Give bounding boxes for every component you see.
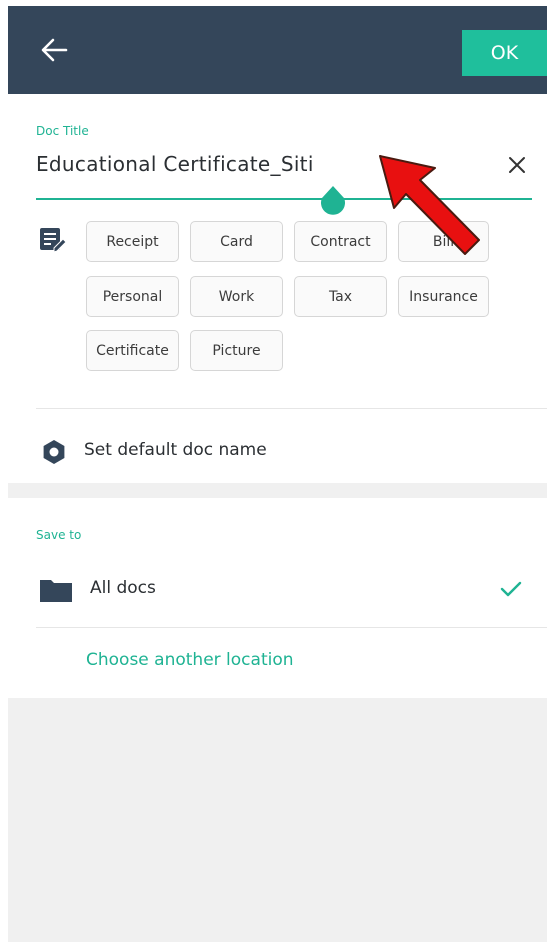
tag-chip[interactable]: Tax (294, 276, 387, 317)
tag-chip[interactable]: Contract (294, 221, 387, 262)
doc-title-label: Doc Title (36, 124, 89, 138)
screen: OK Doc Title Educational Certificate_Sit… (8, 6, 547, 942)
tag-chip[interactable]: Receipt (86, 221, 179, 262)
tag-chip[interactable]: Insurance (398, 276, 489, 317)
tag-chip[interactable]: Work (190, 276, 283, 317)
location-all-docs[interactable]: All docs (90, 578, 156, 598)
save-to-label: Save to (36, 528, 82, 542)
gear-icon[interactable] (40, 438, 68, 466)
top-app-bar: OK (8, 6, 547, 94)
divider (36, 408, 547, 409)
tag-chip[interactable]: Picture (190, 330, 283, 371)
ok-button[interactable]: OK (462, 30, 547, 76)
tag-chip[interactable]: Certificate (86, 330, 179, 371)
tag-chip[interactable]: Personal (86, 276, 179, 317)
text-cursor-handle[interactable] (317, 184, 349, 216)
checkmark-icon (498, 576, 524, 602)
tag-chip[interactable]: Card (190, 221, 283, 262)
save-to-panel: Save to All docs Choose another location (8, 498, 547, 698)
close-icon[interactable] (502, 150, 532, 180)
set-default-doc-name-button[interactable]: Set default doc name (84, 440, 267, 460)
folder-icon (39, 576, 73, 604)
divider (36, 627, 547, 628)
red-arrow-icon (375, 148, 485, 260)
choose-another-location-button[interactable]: Choose another location (86, 650, 294, 670)
arrow-left-icon[interactable] (32, 28, 76, 72)
note-edit-icon (38, 226, 67, 254)
